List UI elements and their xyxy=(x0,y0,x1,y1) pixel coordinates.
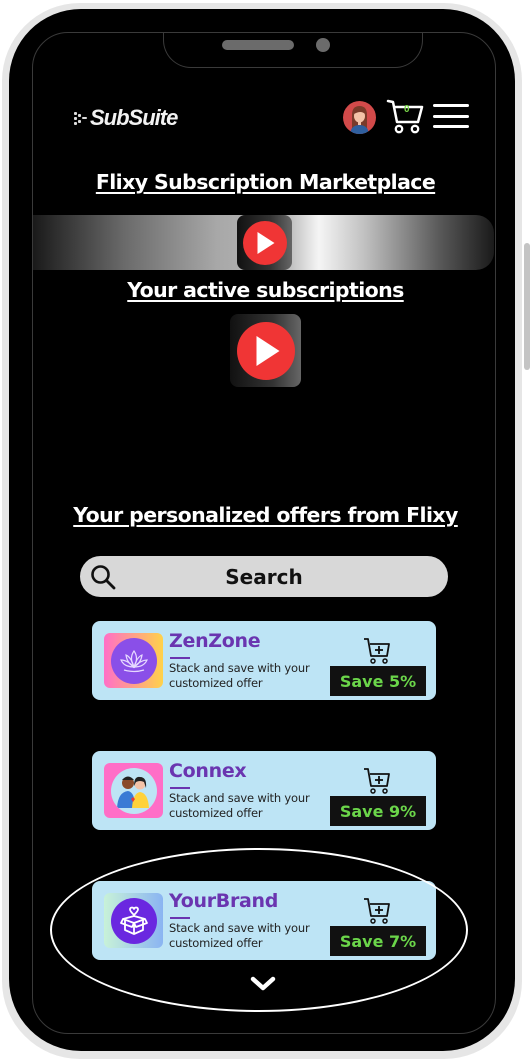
chevron-down-icon[interactable] xyxy=(250,976,276,992)
brand-logo xyxy=(104,763,163,818)
divider xyxy=(170,657,190,659)
lotus-icon xyxy=(119,649,148,672)
offer-card-connex[interactable]: Connex Stack and save with your customiz… xyxy=(92,751,436,830)
save-badge[interactable]: Save 7% xyxy=(330,926,426,956)
play-icon xyxy=(236,321,295,380)
avatar-icon xyxy=(350,106,369,134)
camera xyxy=(316,38,330,52)
play-icon xyxy=(242,220,287,265)
offer-brand-name: ZenZone xyxy=(169,630,261,652)
cart-icon[interactable] xyxy=(386,97,424,135)
offer-description: Stack and save with your customized offe… xyxy=(169,791,310,820)
notch xyxy=(163,33,423,68)
brand-logo xyxy=(104,633,163,688)
couple-icon xyxy=(116,776,149,808)
active-subscription-tile[interactable] xyxy=(230,314,301,387)
logo-mark-icon xyxy=(74,109,88,127)
subsuite-logo[interactable]: SubSuite xyxy=(74,104,178,132)
offer-brand-name: Connex xyxy=(169,760,247,782)
add-to-cart-icon[interactable] xyxy=(363,636,391,664)
avatar[interactable] xyxy=(343,101,376,134)
marketplace-title: Flixy Subscription Marketplace xyxy=(95,170,436,194)
gift-box-icon xyxy=(119,906,148,935)
logo-text: SubSuite xyxy=(90,105,178,130)
divider xyxy=(170,917,190,919)
divider xyxy=(170,787,190,789)
phone-side-button xyxy=(524,243,530,370)
offer-card-yourbrand[interactable]: YourBrand Stack and save with your custo… xyxy=(92,881,436,960)
save-badge[interactable]: Save 9% xyxy=(330,796,426,826)
offer-card-zenzone[interactable]: ZenZone Stack and save with your customi… xyxy=(92,621,436,700)
marketplace-app-tile[interactable] xyxy=(237,215,292,270)
save-badge[interactable]: Save 5% xyxy=(330,666,426,696)
cart-count-badge: 0 xyxy=(404,104,410,115)
hamburger-menu-icon[interactable] xyxy=(433,104,469,128)
active-subscriptions-title: Your active subscriptions xyxy=(127,278,404,302)
search-placeholder: Search xyxy=(225,564,303,589)
offers-title: Your personalized offers from Flixy xyxy=(73,503,458,527)
offer-brand-name: YourBrand xyxy=(169,890,279,912)
add-to-cart-icon[interactable] xyxy=(363,766,391,794)
speaker xyxy=(222,40,294,50)
brand-logo xyxy=(104,893,163,948)
search-icon xyxy=(91,565,116,590)
add-to-cart-icon[interactable] xyxy=(363,896,391,924)
search-input[interactable]: Search xyxy=(80,556,448,597)
offer-description: Stack and save with your customized offe… xyxy=(169,661,310,690)
offer-description: Stack and save with your customized offe… xyxy=(169,921,310,950)
